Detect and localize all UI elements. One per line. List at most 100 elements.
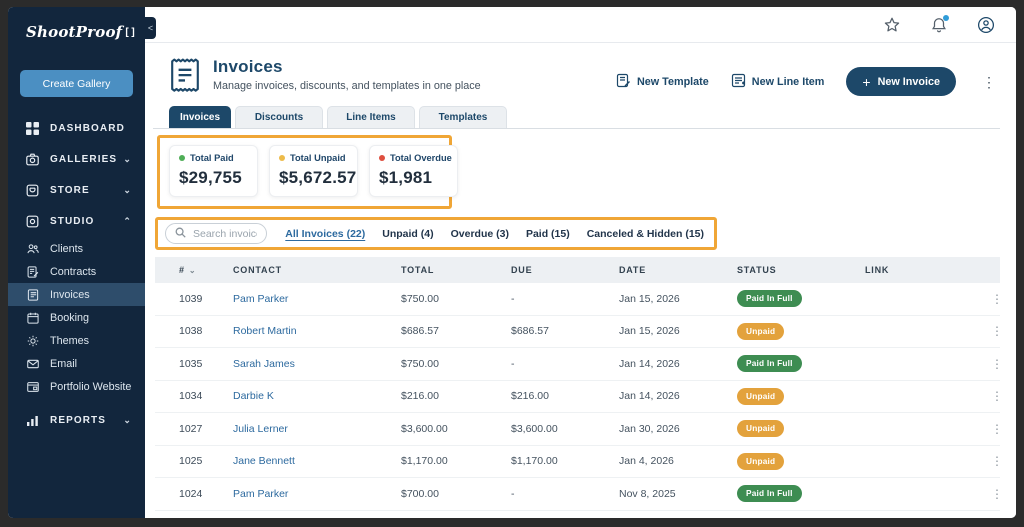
contract-document-icon bbox=[26, 265, 39, 278]
search-input[interactable] bbox=[193, 227, 258, 240]
status-badge: Paid In Full bbox=[737, 485, 802, 503]
invoice-due: - bbox=[511, 357, 515, 370]
favorite-star-icon[interactable] bbox=[882, 15, 902, 35]
column-header-number[interactable]: # ⌄ bbox=[155, 265, 217, 275]
contact-link[interactable]: Julia Lerner bbox=[233, 423, 288, 435]
tab-invoices[interactable]: Invoices bbox=[169, 106, 231, 128]
filter-overdue[interactable]: Overdue (3) bbox=[451, 228, 509, 240]
invoice-total: $750.00 bbox=[401, 357, 439, 370]
sidebar-label-portfolio-website: Portfolio Website bbox=[50, 380, 132, 393]
filter-paid[interactable]: Paid (15) bbox=[526, 228, 570, 240]
sidebar-label-themes: Themes bbox=[50, 334, 90, 347]
invoice-due: $686.57 bbox=[511, 325, 549, 338]
contact-link[interactable]: Pam Parker bbox=[233, 293, 288, 305]
account-avatar-icon[interactable] bbox=[976, 15, 996, 35]
row-overflow-menu-icon[interactable]: ⋮ bbox=[975, 422, 1003, 436]
invoice-number: 1038 bbox=[179, 325, 203, 338]
row-overflow-menu-icon[interactable]: ⋮ bbox=[975, 487, 1003, 501]
main-area: < Invoices Manage invoices, discounts, a… bbox=[145, 7, 1016, 518]
total-overdue-value: $1,981 bbox=[379, 168, 433, 187]
sidebar-item-portfolio-website[interactable]: Portfolio Website bbox=[8, 375, 145, 398]
logo-bracket-mark: [ ] bbox=[125, 27, 135, 38]
header-overflow-menu-icon[interactable]: ⋮ bbox=[978, 73, 1000, 91]
invoice-date: Jan 4, 2026 bbox=[619, 455, 674, 468]
create-gallery-button[interactable]: Create Gallery bbox=[20, 70, 133, 97]
row-overflow-menu-icon[interactable]: ⋮ bbox=[975, 454, 1003, 468]
sidebar-item-studio[interactable]: STUDIO ⌃ bbox=[8, 206, 145, 237]
sidebar-item-themes[interactable]: Themes bbox=[8, 329, 145, 352]
total-overdue-label: Total Overdue bbox=[390, 153, 452, 163]
tab-line-items[interactable]: Line Items bbox=[327, 106, 415, 128]
sidebar-item-invoices[interactable]: Invoices bbox=[8, 283, 145, 306]
contact-link[interactable]: Robert Martin bbox=[233, 325, 297, 337]
contact-link[interactable]: Pam Parker bbox=[233, 488, 288, 500]
status-badge: Paid In Full bbox=[737, 355, 802, 373]
clients-people-icon bbox=[26, 242, 39, 255]
sidebar-item-contracts[interactable]: Contracts bbox=[8, 260, 145, 283]
filter-canceled-hidden[interactable]: Canceled & Hidden (15) bbox=[587, 228, 704, 240]
new-invoice-button[interactable]: + New Invoice bbox=[846, 67, 956, 96]
sidebar: ShootProof[ ] Create Gallery DASHBOARD G… bbox=[8, 7, 145, 518]
sidebar-item-reports[interactable]: REPORTS ⌄ bbox=[8, 405, 145, 436]
sidebar-label-invoices: Invoices bbox=[50, 288, 90, 301]
filter-all-invoices[interactable]: All Invoices (22) bbox=[285, 228, 365, 240]
sidebar-item-email[interactable]: Email bbox=[8, 352, 145, 375]
sidebar-label-clients: Clients bbox=[50, 242, 84, 255]
contact-link[interactable]: Darbie K bbox=[233, 390, 274, 402]
bar-chart-icon bbox=[26, 414, 39, 427]
sidebar-label-dashboard: DASHBOARD bbox=[50, 123, 125, 134]
status-badge: Unpaid bbox=[737, 452, 785, 470]
filter-unpaid[interactable]: Unpaid (4) bbox=[382, 228, 433, 240]
tab-bar: Invoices Discounts Line Items Templates bbox=[153, 106, 1000, 129]
invoice-total: $686.57 bbox=[401, 325, 439, 338]
new-template-label: New Template bbox=[636, 75, 709, 88]
invoice-number: 1025 bbox=[179, 455, 203, 468]
total-paid-value: $29,755 bbox=[179, 168, 242, 187]
new-line-item-button[interactable]: New Line Item bbox=[731, 73, 824, 91]
page-header: Invoices Manage invoices, discounts, and… bbox=[153, 53, 1000, 106]
invoice-due: - bbox=[511, 487, 515, 500]
studio-icon bbox=[26, 215, 39, 228]
search-field[interactable] bbox=[165, 223, 268, 244]
table-row: 1025 Jane Bennett $1,170.00 $1,170.00 Ja… bbox=[155, 446, 1003, 478]
total-overdue-card: Total Overdue $1,981 bbox=[369, 145, 458, 197]
sidebar-item-dashboard[interactable]: DASHBOARD bbox=[8, 113, 145, 144]
invoice-total: $750.00 bbox=[401, 292, 439, 305]
status-badge: Unpaid bbox=[737, 322, 785, 340]
contact-link[interactable]: Jane Bennett bbox=[233, 455, 295, 467]
sidebar-item-galleries[interactable]: GALLERIES ⌄ bbox=[8, 144, 145, 175]
sidebar-label-booking: Booking bbox=[50, 311, 90, 324]
contact-link[interactable]: Sarah James bbox=[233, 358, 295, 370]
row-overflow-menu-icon[interactable]: ⋮ bbox=[975, 292, 1003, 306]
invoice-date: Jan 30, 2026 bbox=[619, 422, 680, 435]
topbar bbox=[145, 7, 1016, 43]
sidebar-item-booking[interactable]: Booking bbox=[8, 306, 145, 329]
tab-discounts[interactable]: Discounts bbox=[235, 106, 323, 128]
total-unpaid-value: $5,672.57 bbox=[279, 168, 357, 187]
sidebar-label-reports: REPORTS bbox=[50, 415, 107, 426]
new-line-item-icon bbox=[731, 73, 746, 91]
invoice-date: Nov 8, 2025 bbox=[619, 487, 676, 500]
sidebar-label-store: STORE bbox=[50, 185, 90, 196]
status-badge: Unpaid bbox=[737, 387, 785, 405]
sidebar-item-store[interactable]: STORE ⌄ bbox=[8, 175, 145, 206]
row-overflow-menu-icon[interactable]: ⋮ bbox=[975, 389, 1003, 403]
overdue-status-dot bbox=[379, 155, 385, 161]
store-icon bbox=[26, 184, 39, 197]
column-header-date: DATE bbox=[619, 265, 647, 275]
chevron-up-icon: ⌃ bbox=[123, 216, 132, 226]
row-overflow-menu-icon[interactable]: ⋮ bbox=[975, 324, 1003, 338]
invoice-due: $1,170.00 bbox=[511, 455, 558, 468]
search-icon bbox=[175, 225, 186, 243]
sidebar-item-clients[interactable]: Clients bbox=[8, 237, 145, 260]
invoice-date: Jan 15, 2026 bbox=[619, 325, 680, 338]
tab-templates[interactable]: Templates bbox=[419, 106, 507, 128]
content: Invoices Manage invoices, discounts, and… bbox=[145, 43, 1016, 518]
invoice-due: $216.00 bbox=[511, 390, 549, 403]
new-template-button[interactable]: New Template bbox=[616, 73, 709, 91]
notifications-bell-icon[interactable] bbox=[929, 14, 949, 35]
row-overflow-menu-icon[interactable]: ⋮ bbox=[975, 357, 1003, 371]
total-unpaid-card: Total Unpaid $5,672.57 bbox=[269, 145, 358, 197]
sidebar-collapse-button[interactable]: < bbox=[145, 17, 156, 39]
unpaid-status-dot bbox=[279, 155, 285, 161]
